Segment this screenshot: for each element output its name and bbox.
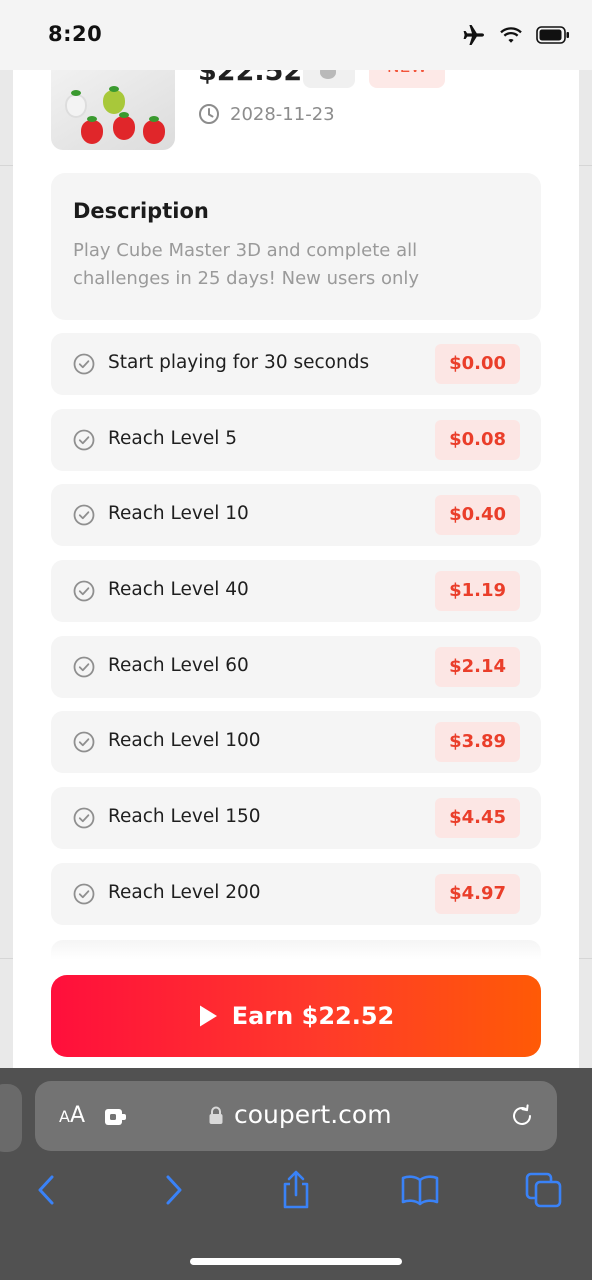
- browser-toolbar: [0, 1168, 592, 1218]
- expiry-date-row: 2028-11-23: [198, 103, 335, 125]
- tabs-icon: [525, 1172, 562, 1208]
- task-label: Reach Level 200: [108, 881, 261, 903]
- status-time: 8:20: [48, 22, 103, 46]
- status-bar: 8:20: [0, 0, 592, 70]
- new-badge: NEW: [369, 70, 445, 88]
- task-reward: $0.40: [435, 495, 520, 536]
- task-row: Reach Level 100 $3.89: [51, 711, 541, 774]
- forward-button[interactable]: [152, 1168, 196, 1212]
- task-reward: $2.14: [435, 646, 520, 687]
- platform-chip: [303, 70, 355, 88]
- aa-small-label: A: [59, 1107, 70, 1126]
- play-icon: [199, 1005, 217, 1027]
- url-text: coupert.com: [234, 1100, 392, 1129]
- task-reward: $4.97: [435, 873, 520, 914]
- task-row: Reach Level 5 $0.08: [51, 408, 541, 471]
- task-list: Start playing for 30 seconds $0.00 Reach…: [51, 333, 541, 939]
- tabs-button[interactable]: [522, 1168, 566, 1212]
- strawberry-icon: [81, 116, 103, 144]
- check-circle-icon: [73, 883, 95, 905]
- offer-detail-sheet: $22.52 NEW 2028-11-23 Description Play C…: [13, 70, 579, 1070]
- clock-icon: [199, 104, 219, 124]
- status-icons: [462, 24, 570, 46]
- back-button[interactable]: [24, 1168, 68, 1212]
- expiry-date: 2028-11-23: [230, 103, 335, 125]
- earn-button[interactable]: Earn $22.52: [51, 975, 541, 1057]
- kiwi-icon: [103, 86, 125, 114]
- check-circle-icon: [73, 504, 95, 526]
- task-label: Reach Level 5: [108, 427, 238, 449]
- task-row: Reach Level 40 $1.19: [51, 560, 541, 623]
- cube-master-thumbnail: [51, 70, 175, 150]
- task-reward: $3.89: [435, 722, 520, 763]
- task-label: Reach Level 100: [108, 730, 261, 752]
- previous-tab-stub[interactable]: [0, 1084, 22, 1152]
- check-circle-icon: [73, 807, 95, 829]
- reader-settings-button[interactable]: AA: [59, 1103, 85, 1128]
- browser-chrome: AA coupert.com: [0, 1068, 592, 1280]
- battery-icon: [536, 26, 569, 44]
- task-label: Reach Level 40: [108, 579, 249, 601]
- offer-price: $22.52: [198, 70, 303, 87]
- earn-button-label: Earn $22.52: [231, 1002, 395, 1030]
- task-reward: $4.45: [435, 798, 520, 839]
- check-circle-icon: [73, 580, 95, 602]
- task-label: Reach Level 60: [108, 654, 249, 676]
- chevron-right-icon: [166, 1175, 182, 1205]
- aa-large-label: A: [69, 1103, 86, 1128]
- check-circle-icon: [73, 429, 95, 451]
- book-icon: [401, 1175, 439, 1206]
- task-row: Reach Level 150 $4.45: [51, 787, 541, 850]
- check-circle-icon: [73, 732, 95, 753]
- check-circle-icon: [73, 353, 95, 375]
- wifi-icon: [500, 27, 522, 43]
- task-row: Reach Level 60 $2.14: [51, 635, 541, 698]
- chevron-left-icon: [38, 1175, 54, 1205]
- task-reward: $0.00: [435, 344, 520, 384]
- description-card: Description Play Cube Master 3D and comp…: [51, 173, 541, 320]
- share-button[interactable]: [274, 1168, 318, 1212]
- task-row: Reach Level 200 $4.97: [51, 862, 541, 925]
- task-label: Reach Level 10: [108, 503, 249, 525]
- task-label: Reach Level 150: [108, 806, 261, 828]
- cube-tile-icon: [65, 90, 87, 118]
- apple-icon: [320, 70, 336, 79]
- strawberry-icon: [143, 116, 165, 144]
- task-row: Start playing for 30 seconds $0.00: [51, 333, 541, 395]
- check-circle-icon: [73, 656, 95, 678]
- share-icon: [283, 1170, 309, 1209]
- extension-icon[interactable]: [104, 1106, 130, 1128]
- bookmarks-button[interactable]: [398, 1168, 442, 1212]
- task-row-partial: [51, 940, 541, 960]
- reload-icon[interactable]: [509, 1103, 535, 1129]
- home-indicator: [190, 1258, 402, 1265]
- address-bar[interactable]: AA coupert.com: [35, 1081, 557, 1151]
- task-reward: $0.08: [435, 419, 520, 460]
- task-label: Start playing for 30 seconds: [108, 352, 370, 373]
- airplane-icon: [463, 25, 484, 45]
- strawberry-icon: [113, 112, 135, 140]
- description-body: Play Cube Master 3D and complete all cha…: [73, 240, 420, 289]
- description-title: Description: [73, 199, 209, 223]
- lock-icon: [209, 1106, 223, 1124]
- task-row: Reach Level 10 $0.40: [51, 484, 541, 547]
- task-reward: $1.19: [435, 571, 520, 612]
